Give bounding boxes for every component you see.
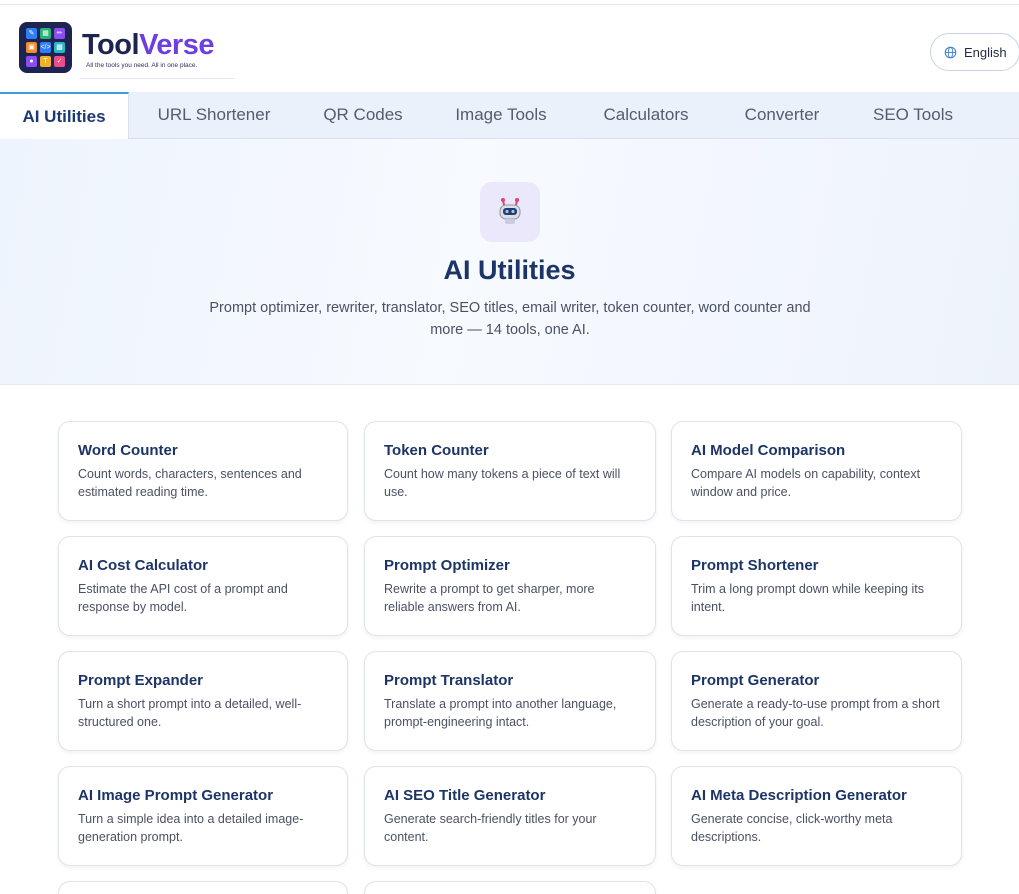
tool-card-title: Token Counter xyxy=(384,442,489,459)
tool-card-description: Compare AI models on capability, context… xyxy=(691,467,921,499)
tool-card-token-counter[interactable]: Token Counter Count how many tokens a pi… xyxy=(364,421,656,521)
tool-card-description: Generate search-friendly titles for your… xyxy=(384,812,597,844)
tool-card-description: Rewrite a prompt to get sharper, more re… xyxy=(384,582,595,614)
tool-card-word-counter[interactable]: Word Counter Count words, characters, se… xyxy=(58,421,348,521)
tool-card-ai-image-prompt-generator[interactable]: AI Image Prompt Generator Turn a simple … xyxy=(58,766,348,866)
site-header: ✎ ▦ ✏ ▣ </> ▩ ● T ✓ ToolVerse All the to… xyxy=(0,5,1019,92)
page-description: Prompt optimizer, rewriter, translator, … xyxy=(209,300,811,338)
tool-card-title: Prompt Translator xyxy=(384,672,514,689)
category-tabs: AI Utilities URL Shortener QR Codes Imag… xyxy=(0,92,1019,139)
tool-card-title: Prompt Shortener xyxy=(691,557,819,574)
divider xyxy=(80,78,235,79)
tool-card-description: Count how many tokens a piece of text wi… xyxy=(384,467,621,499)
tool-card-partial[interactable] xyxy=(58,881,348,894)
tool-card-title: AI Meta Description Generator xyxy=(691,787,907,804)
tool-card-prompt-shortener[interactable]: Prompt Shortener Trim a long prompt down… xyxy=(671,536,962,636)
tab-ai-utilities[interactable]: AI Utilities xyxy=(0,92,129,139)
logo-icon[interactable]: ✎ ▦ ✏ ▣ </> ▩ ● T ✓ xyxy=(19,22,72,73)
tool-card-prompt-optimizer[interactable]: Prompt Optimizer Rewrite a prompt to get… xyxy=(364,536,656,636)
tool-card-description: Estimate the API cost of a prompt and re… xyxy=(78,582,288,614)
tool-card-prompt-translator[interactable]: Prompt Translator Translate a prompt int… xyxy=(364,651,656,751)
robot-icon xyxy=(480,182,540,242)
tab-url-shortener[interactable]: URL Shortener xyxy=(140,92,288,138)
tool-card-title: AI Image Prompt Generator xyxy=(78,787,274,804)
tool-card-title: AI SEO Title Generator xyxy=(384,787,546,804)
tool-card-partial[interactable] xyxy=(364,881,656,894)
tool-card-title: Prompt Generator xyxy=(691,672,820,689)
page-title: AI Utilities xyxy=(443,255,576,285)
brand-name-part1: Tool xyxy=(82,29,140,61)
brand-tagline: All the tools you need. All in one place… xyxy=(86,62,198,69)
tool-card-ai-seo-title-generator[interactable]: AI SEO Title Generator Generate search-f… xyxy=(364,766,656,866)
tool-card-description: Translate a prompt into another language… xyxy=(384,697,617,729)
tool-card-prompt-generator[interactable]: Prompt Generator Generate a ready-to-use… xyxy=(671,651,962,751)
tab-calculators[interactable]: Calculators xyxy=(586,92,706,138)
tool-card-title: Prompt Expander xyxy=(78,672,204,689)
tool-card-title: AI Cost Calculator xyxy=(78,557,209,574)
tab-image-tools[interactable]: Image Tools xyxy=(440,92,562,138)
language-label: English xyxy=(964,44,1007,60)
tool-card-description: Trim a long prompt down while keeping it… xyxy=(691,582,924,614)
brand-name-part2: Verse xyxy=(139,29,214,61)
tool-card-description: Turn a simple idea into a detailed image… xyxy=(78,812,304,844)
brand-name[interactable]: ToolVerse xyxy=(82,29,214,62)
tool-card-description: Count words, characters, sentences and e… xyxy=(78,467,302,499)
tool-card-ai-cost-calculator[interactable]: AI Cost Calculator Estimate the API cost… xyxy=(58,536,348,636)
hero-section: AI Utilities Prompt optimizer, rewriter,… xyxy=(0,139,1019,385)
tool-card-description: Generate concise, click-worthy meta desc… xyxy=(691,812,893,844)
tool-card-description: Turn a short prompt into a detailed, wel… xyxy=(78,697,302,729)
tool-card-prompt-expander[interactable]: Prompt Expander Turn a short prompt into… xyxy=(58,651,348,751)
tool-card-title: Word Counter xyxy=(78,442,178,459)
tab-converter[interactable]: Converter xyxy=(728,92,836,138)
globe-icon xyxy=(944,46,957,58)
tool-card-ai-meta-description-generator[interactable]: AI Meta Description Generator Generate c… xyxy=(671,766,962,866)
tab-qr-codes[interactable]: QR Codes xyxy=(310,92,416,138)
tab-seo-tools[interactable]: SEO Tools xyxy=(858,92,968,138)
tool-card-ai-model-comparison[interactable]: AI Model Comparison Compare AI models on… xyxy=(671,421,962,521)
tool-grid: Word Counter Count words, characters, se… xyxy=(0,385,1019,894)
tool-card-title: Prompt Optimizer xyxy=(384,557,510,574)
tool-card-title: AI Model Comparison xyxy=(691,442,846,459)
language-selector[interactable]: English xyxy=(930,33,1019,71)
tool-card-description: Generate a ready-to-use prompt from a sh… xyxy=(691,697,940,729)
